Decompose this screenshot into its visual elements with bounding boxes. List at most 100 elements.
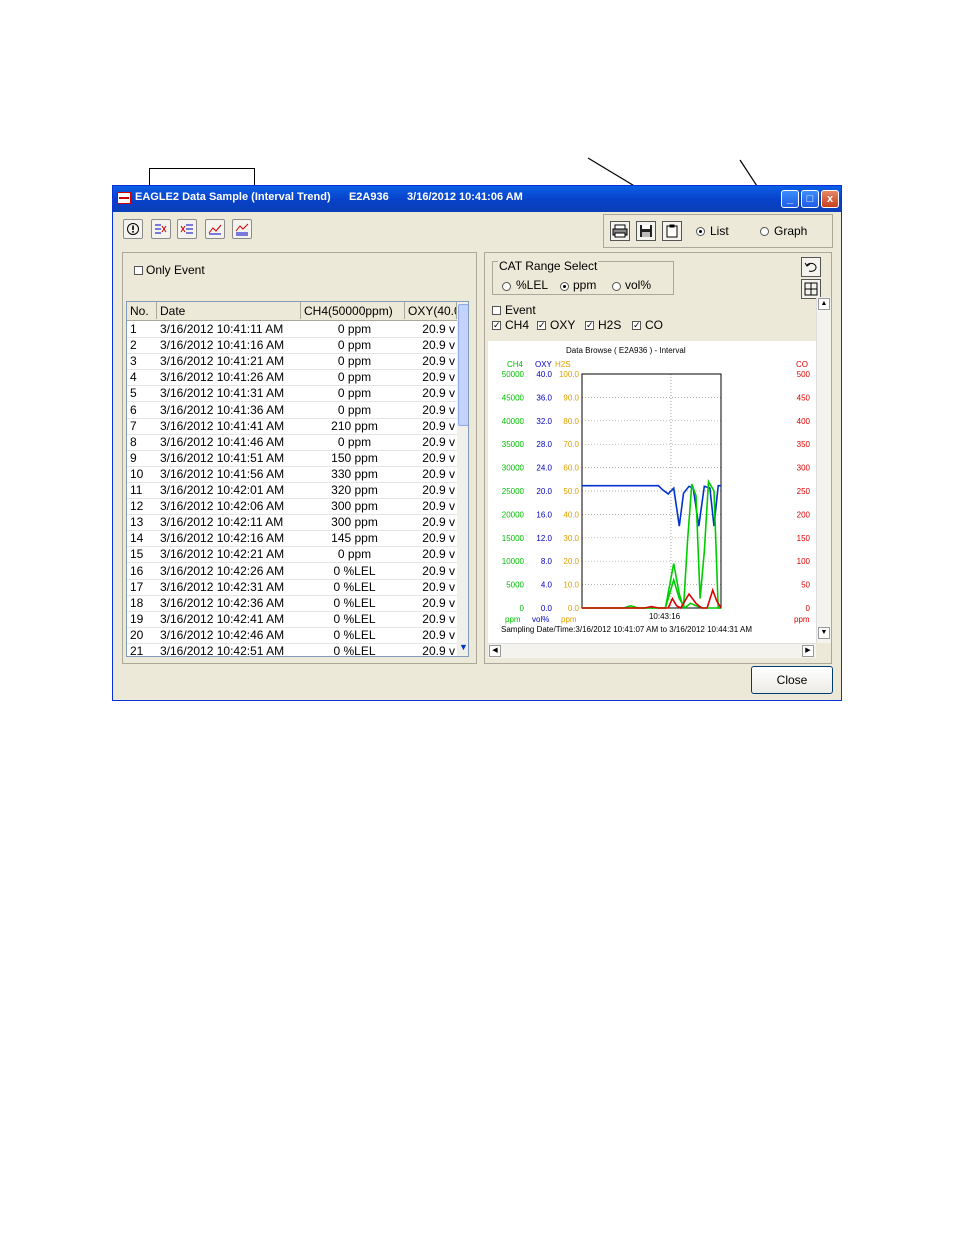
app-icon bbox=[117, 192, 131, 204]
maximize-button[interactable]: □ bbox=[801, 190, 819, 208]
table-row[interactable]: 14 3/16/2012 10:42:16 AM 145 ppm 20.9 v bbox=[127, 530, 457, 548]
tick-label-ch4: 0 bbox=[520, 604, 525, 613]
only-event-checkbox[interactable] bbox=[134, 266, 143, 275]
graph-radio[interactable] bbox=[760, 227, 769, 236]
h2s-checkbox[interactable]: ✓ bbox=[585, 321, 594, 330]
tick-label-h2s: 70.0 bbox=[563, 440, 579, 449]
col-no[interactable]: No. bbox=[127, 302, 157, 319]
x-tick-label: 10:43:16 bbox=[649, 612, 681, 621]
cat-vol-label: vol% bbox=[625, 278, 652, 292]
table-row[interactable]: 2 3/16/2012 10:41:16 AM 0 ppm 20.9 v bbox=[127, 337, 457, 355]
previous-data-button[interactable] bbox=[151, 219, 171, 239]
series-line-oxy bbox=[582, 484, 721, 527]
table-cell: 0 %LEL bbox=[333, 595, 376, 610]
copy-clipboard-button[interactable] bbox=[662, 221, 682, 241]
graph-scroll-down-icon[interactable]: ▼ bbox=[818, 627, 830, 639]
tick-label-h2s: 80.0 bbox=[563, 417, 579, 426]
table-cell: 20.9 v bbox=[422, 434, 455, 449]
tick-label-oxy: 36.0 bbox=[536, 393, 552, 402]
ch4-checkbox[interactable]: ✓ bbox=[492, 321, 501, 330]
zoom-grid-icon bbox=[804, 282, 818, 296]
tick-label-h2s: 10.0 bbox=[563, 581, 579, 590]
table-row[interactable]: 10 3/16/2012 10:41:56 AM 330 ppm 20.9 v bbox=[127, 466, 457, 483]
col-date[interactable]: Date bbox=[157, 302, 301, 319]
tick-label-oxy: 12.0 bbox=[536, 534, 552, 543]
save-button[interactable] bbox=[636, 221, 656, 241]
graph-vscroll[interactable]: ▲ ▼ bbox=[816, 297, 831, 643]
table-row[interactable]: 1 3/16/2012 10:41:11 AM 0 ppm 20.9 v bbox=[127, 321, 457, 338]
table-cell: 3/16/2012 10:42:21 AM bbox=[160, 547, 285, 562]
info-button[interactable] bbox=[123, 219, 143, 239]
close-window-button[interactable]: x bbox=[821, 190, 839, 208]
table-cell: 3/16/2012 10:42:26 AM bbox=[160, 563, 285, 578]
graph-prev-button[interactable] bbox=[205, 219, 225, 239]
table-row[interactable]: 4 3/16/2012 10:41:26 AM 0 ppm 20.9 v bbox=[127, 369, 457, 387]
axis-label-co: CO bbox=[796, 360, 808, 369]
scroll-right-icon[interactable]: ▶ bbox=[802, 645, 814, 657]
tick-label-co: 450 bbox=[797, 393, 811, 402]
co-checkbox[interactable]: ✓ bbox=[632, 321, 641, 330]
event-checkbox[interactable] bbox=[492, 306, 501, 315]
table-cell: 12 bbox=[130, 499, 144, 514]
table-cell: 20.9 v bbox=[422, 450, 455, 465]
scroll-down-icon[interactable]: ▼ bbox=[458, 642, 468, 655]
table-row[interactable]: 12 3/16/2012 10:42:06 AM 300 ppm 20.9 v bbox=[127, 498, 457, 516]
table-row[interactable]: 8 3/16/2012 10:41:46 AM 0 ppm 20.9 v bbox=[127, 434, 457, 451]
table-cell: 3/16/2012 10:41:31 AM bbox=[160, 386, 285, 401]
table-cell: 145 ppm bbox=[331, 531, 378, 546]
col-oxy[interactable]: OXY(40.0 bbox=[405, 302, 457, 319]
table-cell: 19 bbox=[130, 611, 144, 626]
table-row[interactable]: 19 3/16/2012 10:42:41 AM 0 %LEL 20.9 v bbox=[127, 611, 457, 628]
table-cell: 0 %LEL bbox=[333, 644, 376, 657]
table-row[interactable]: 16 3/16/2012 10:42:26 AM 0 %LEL 20.9 v bbox=[127, 563, 457, 580]
undo-icon bbox=[804, 262, 817, 272]
scroll-left-icon[interactable]: ◀ bbox=[489, 645, 501, 657]
table-cell: 9 bbox=[130, 450, 137, 465]
table-row[interactable]: 18 3/16/2012 10:42:36 AM 0 %LEL 20.9 v bbox=[127, 595, 457, 612]
close-button[interactable]: Close bbox=[751, 666, 833, 694]
table-scrollbar[interactable]: ▼ bbox=[457, 302, 468, 656]
table-cell: 0 ppm bbox=[337, 322, 372, 336]
table-cell: 0 ppm bbox=[337, 386, 372, 401]
info-icon bbox=[127, 223, 139, 235]
col-ch4[interactable]: CH4(50000ppm) bbox=[301, 302, 405, 319]
print-button[interactable] bbox=[610, 221, 630, 241]
data-table: No. Date CH4(50000ppm) OXY(40.0 1 3/16/20… bbox=[126, 301, 469, 657]
table-row[interactable]: 13 3/16/2012 10:42:11 AM 300 ppm 20.9 v bbox=[127, 514, 457, 532]
scroll-up-icon[interactable]: ▲ bbox=[818, 298, 830, 310]
table-row[interactable]: 11 3/16/2012 10:42:01 AM 320 ppm 20.9 v bbox=[127, 482, 457, 499]
next-data-button[interactable] bbox=[177, 219, 197, 239]
undo-zoom-button[interactable] bbox=[801, 257, 821, 277]
tick-label-ch4: 30000 bbox=[502, 464, 525, 473]
table-row[interactable]: 17 3/16/2012 10:42:31 AM 0 %LEL 20.9 v bbox=[127, 579, 457, 596]
tick-label-ch4: 25000 bbox=[502, 487, 525, 496]
table-row[interactable]: 5 3/16/2012 10:41:31 AM 0 ppm 20.9 v bbox=[127, 385, 457, 403]
table-cell: 20.9 v bbox=[422, 644, 455, 657]
table-cell: 4 bbox=[130, 370, 137, 385]
table-row[interactable]: 21 3/16/2012 10:42:51 AM 0 %LEL 20.9 v bbox=[127, 643, 457, 657]
table-row[interactable]: 3 3/16/2012 10:41:21 AM 0 ppm 20.9 v bbox=[127, 353, 457, 371]
cat-ppm-radio[interactable] bbox=[560, 282, 569, 291]
scroll-thumb[interactable] bbox=[458, 304, 468, 426]
tick-label-co: 200 bbox=[797, 510, 811, 519]
title-bar[interactable]: EAGLE2 Data Sample (Interval Trend) E2A9… bbox=[113, 186, 841, 212]
table-row[interactable]: 15 3/16/2012 10:42:21 AM 0 ppm 20.9 v bbox=[127, 546, 457, 564]
cat-vol-radio[interactable] bbox=[612, 282, 621, 291]
table-row[interactable]: 7 3/16/2012 10:41:41 AM 210 ppm 20.9 v bbox=[127, 418, 457, 435]
cat-range-label: CAT Range Select bbox=[498, 259, 599, 273]
table-cell: 20.9 v bbox=[422, 338, 455, 353]
graph-hscroll[interactable]: ◀ ▶ bbox=[488, 643, 816, 658]
table-cell: 20.9 v bbox=[422, 483, 455, 497]
table-row[interactable]: 20 3/16/2012 10:42:46 AM 0 %LEL 20.9 v bbox=[127, 627, 457, 644]
table-row[interactable]: 9 3/16/2012 10:41:51 AM 150 ppm 20.9 v bbox=[127, 450, 457, 467]
cat-lel-radio[interactable] bbox=[502, 282, 511, 291]
table-row[interactable]: 6 3/16/2012 10:41:36 AM 0 ppm 20.9 v bbox=[127, 402, 457, 419]
list-radio[interactable] bbox=[696, 227, 705, 236]
graph-next-button[interactable] bbox=[232, 219, 252, 239]
table-cell: 10 bbox=[130, 466, 144, 481]
minimize-button[interactable]: _ bbox=[781, 190, 799, 208]
zoom-button[interactable] bbox=[801, 279, 821, 299]
oxy-checkbox[interactable]: ✓ bbox=[537, 321, 546, 330]
tick-label-oxy: 24.0 bbox=[536, 464, 552, 473]
table-cell: 3/16/2012 10:42:01 AM bbox=[160, 483, 285, 497]
